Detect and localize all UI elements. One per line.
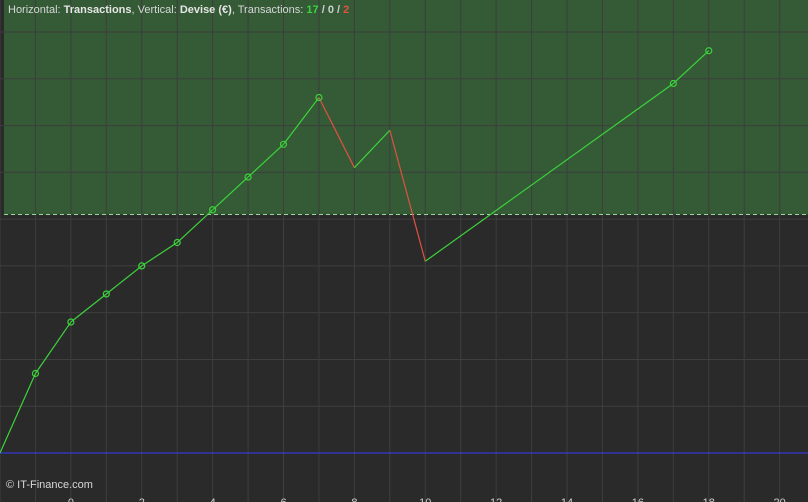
count-separator: / [333,4,344,16]
chart-header: Horizontal: Transactions, Vertical: Devi… [8,4,349,17]
x-tick-label: 8 [351,497,357,502]
count-separator: / [318,4,328,16]
x-tick-label: 6 [280,497,286,502]
x-tick-label: 20 [774,497,786,502]
x-tick-label: 18 [703,497,715,502]
horizontal-value: Transactions [63,4,132,16]
x-tick-label: 10 [419,497,431,502]
winning-transactions-count: 17 [306,4,319,16]
vertical-value: Devise (€) [179,4,232,16]
losing-transactions-count: 2 [343,4,350,16]
x-tick-label: 0 [68,497,74,502]
copyright-footer: © IT-Finance.com [6,479,93,491]
horizontal-label: Horizontal: [8,4,61,16]
x-tick-label: 4 [210,497,216,502]
x-tick-label: 12 [490,497,502,502]
x-tick-label: 16 [632,497,644,502]
transactions-label: Transactions: [237,4,304,16]
equity-curve-chart: 0 2 4 6 8 10 12 14 16 18 20 [0,0,808,502]
x-tick-label: 14 [561,497,573,502]
vertical-label: Vertical: [137,4,177,16]
x-tick-label: 2 [139,497,145,502]
